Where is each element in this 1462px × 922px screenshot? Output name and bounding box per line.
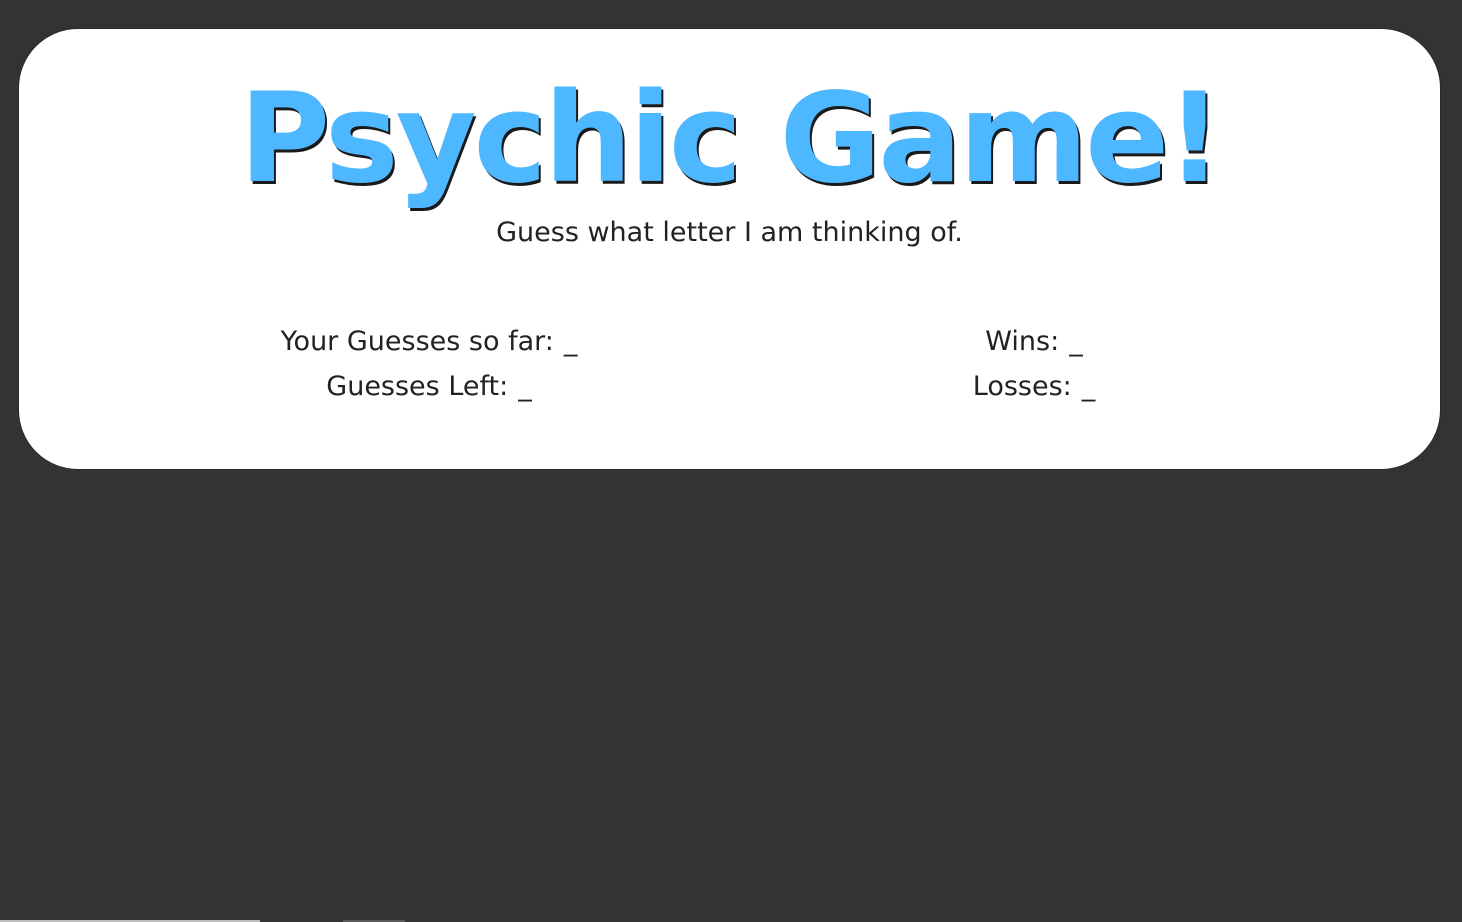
wins-value: _ [1069,326,1083,357]
losses-stat: Losses: _ [779,369,1289,405]
game-subtitle: Guess what letter I am thinking of. [496,217,963,248]
game-card: Psychic Game! Guess what letter I am thi… [18,28,1441,470]
guesses-so-far-label: Your Guesses so far: [280,326,554,357]
guesses-so-far-stat: Your Guesses so far: _ [169,324,689,360]
losses-label: Losses: [972,371,1072,402]
wins-label: Wins: [985,326,1060,357]
guesses-so-far-value: _ [563,326,578,357]
guesses-left-label: Guesses Left: [326,371,509,402]
game-title: Psychic Game! [239,67,1223,211]
guesses-left-stat: Guesses Left: _ [169,369,689,405]
guesses-left-value: _ [518,371,532,402]
wins-stat: Wins: _ [779,324,1289,360]
losses-value: _ [1081,371,1096,402]
